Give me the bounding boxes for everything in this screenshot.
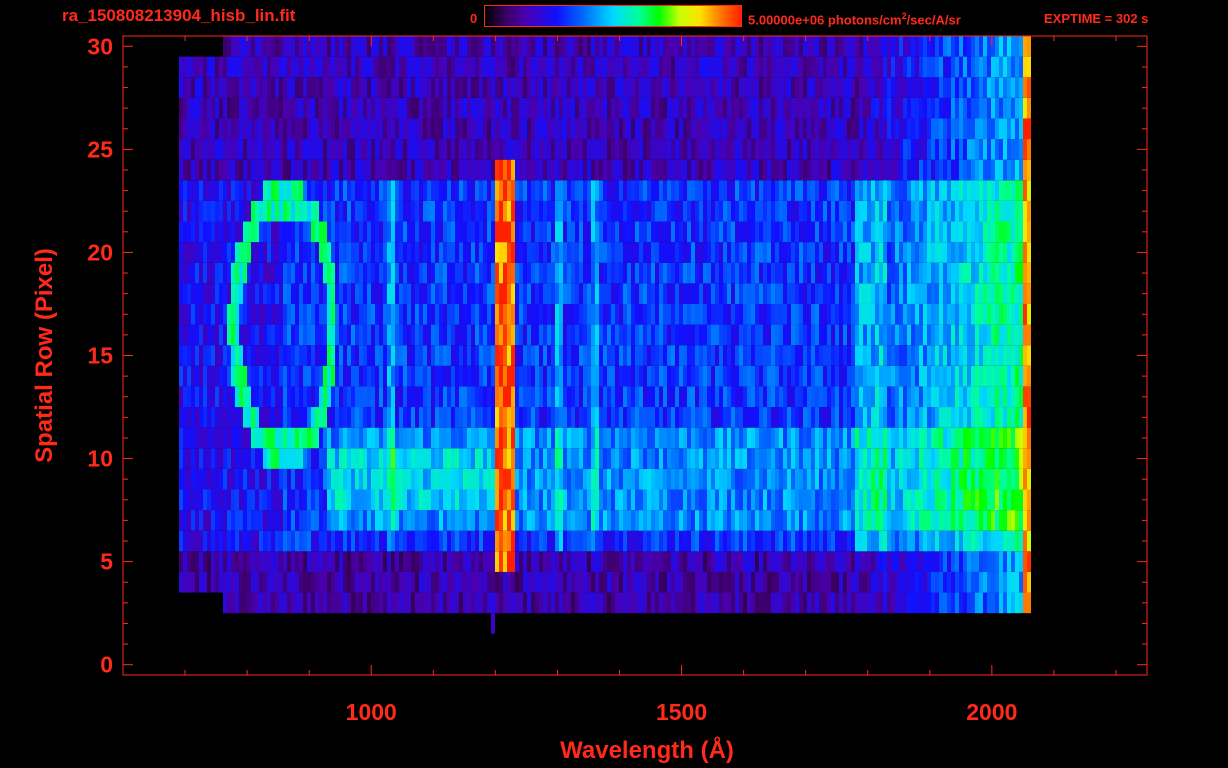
x-axis-label: Wavelength (Å) [560, 736, 734, 764]
y-axis-label: Spatial Row (Pixel) [31, 248, 58, 463]
x-tick-label: 2000 [966, 699, 1017, 725]
y-tick-label: 20 [87, 239, 113, 265]
x-tick-label: 1000 [346, 699, 397, 725]
heatmap-image [179, 36, 1031, 634]
spectrum-image-plot: 1000 1500 2000 0 5 10 15 20 25 30 Wavelength (Å) Sp… [31, 33, 1148, 764]
y-tick-label: 5 [100, 549, 113, 575]
x-tick-label: 1500 [656, 699, 707, 725]
y-tick-label: 15 [87, 343, 113, 369]
y-tick-label: 30 [87, 33, 113, 59]
y-tick-label: 0 [100, 652, 113, 678]
y-tick-label: 25 [87, 136, 113, 162]
y-tick-label: 10 [87, 446, 113, 472]
